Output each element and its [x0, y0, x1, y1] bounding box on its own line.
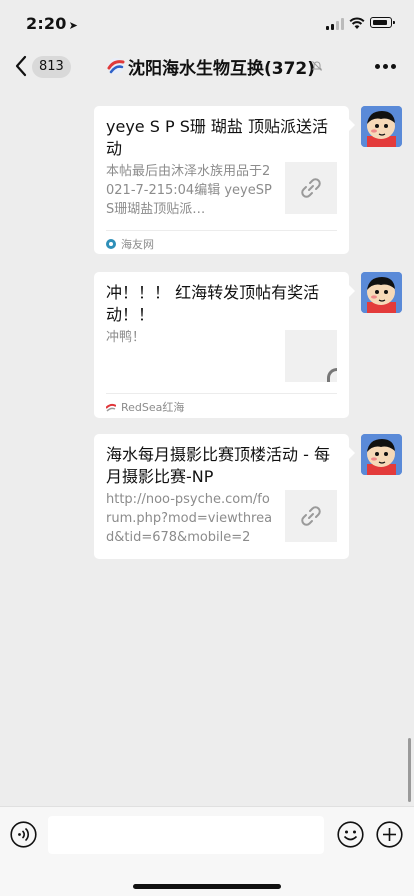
scrollbar[interactable]: [408, 738, 411, 802]
location-arrow-icon: ➤: [68, 19, 79, 32]
avatar-image: [361, 106, 402, 147]
link-title: 海水每月摄影比赛顶楼活动 - 每月摄影比赛-NP: [106, 445, 330, 486]
chat-title[interactable]: 沈阳海水生物互换(372): [128, 54, 315, 79]
card-divider: [106, 393, 337, 394]
emoji-icon[interactable]: [337, 821, 364, 848]
mute-bell-icon: [311, 61, 323, 71]
link-title: 冲！！！ 红海转发顶帖有奖活动！！: [106, 283, 320, 324]
link-icon: [301, 506, 321, 526]
battery-icon: [370, 17, 395, 28]
link-message-card[interactable]: 海水每月摄影比赛顶楼活动 - 每月摄影比赛-NP http://noo-psyc…: [94, 434, 355, 559]
voice-icon[interactable]: [10, 821, 37, 848]
plus-icon[interactable]: [376, 821, 403, 848]
avatar[interactable]: [361, 272, 402, 313]
link-description: http://noo-psyche.com/forum.php?mod=view…: [106, 492, 273, 545]
status-bar: 2:20 ➤: [0, 0, 414, 46]
source-logo-icon: [106, 403, 116, 412]
link-source: RedSea红海: [106, 399, 184, 415]
avatar[interactable]: [361, 434, 402, 475]
chevron-left-icon[interactable]: [14, 55, 28, 77]
input-bar: [0, 806, 414, 896]
message-input[interactable]: [48, 816, 324, 854]
link-title: yeye S P S珊 瑚盐 顶贴派送活动: [106, 117, 329, 158]
clock: 2:20 ➤: [26, 14, 79, 33]
link-thumbnail: [285, 330, 337, 382]
image-thumbnail-fragment: [327, 368, 337, 382]
link-message-card[interactable]: 冲！！！ 红海转发顶帖有奖活动！！ 冲鸭！ RedSea红海: [94, 272, 355, 418]
avatar-image: [361, 434, 402, 475]
chat-header: 813 沈阳海水生物互换(372): [0, 46, 414, 88]
avatar-image: [361, 272, 402, 313]
wifi-icon: [349, 17, 365, 29]
link-thumbnail: [285, 162, 337, 214]
link-thumbnail: [285, 490, 337, 542]
link-icon: [301, 178, 321, 198]
link-description: 冲鸭！: [106, 330, 146, 345]
card-divider: [106, 230, 337, 231]
avatar[interactable]: [361, 106, 402, 147]
unread-count-badge[interactable]: 813: [32, 56, 71, 78]
source-logo-icon: [106, 239, 116, 249]
group-logo-icon: [107, 58, 125, 74]
link-description: 本帖最后由沐泽水族用品于2021-7-215:04编辑 yeyeSPS珊瑚盐顶贴…: [106, 164, 272, 217]
link-source: 海友网: [106, 236, 154, 252]
home-indicator: [133, 884, 281, 889]
link-message-card[interactable]: yeye S P S珊 瑚盐 顶贴派送活动 本帖最后由沐泽水族用品于2021-7…: [94, 106, 355, 254]
cellular-signal-icon: [326, 18, 344, 30]
more-dots-icon[interactable]: [375, 64, 397, 70]
